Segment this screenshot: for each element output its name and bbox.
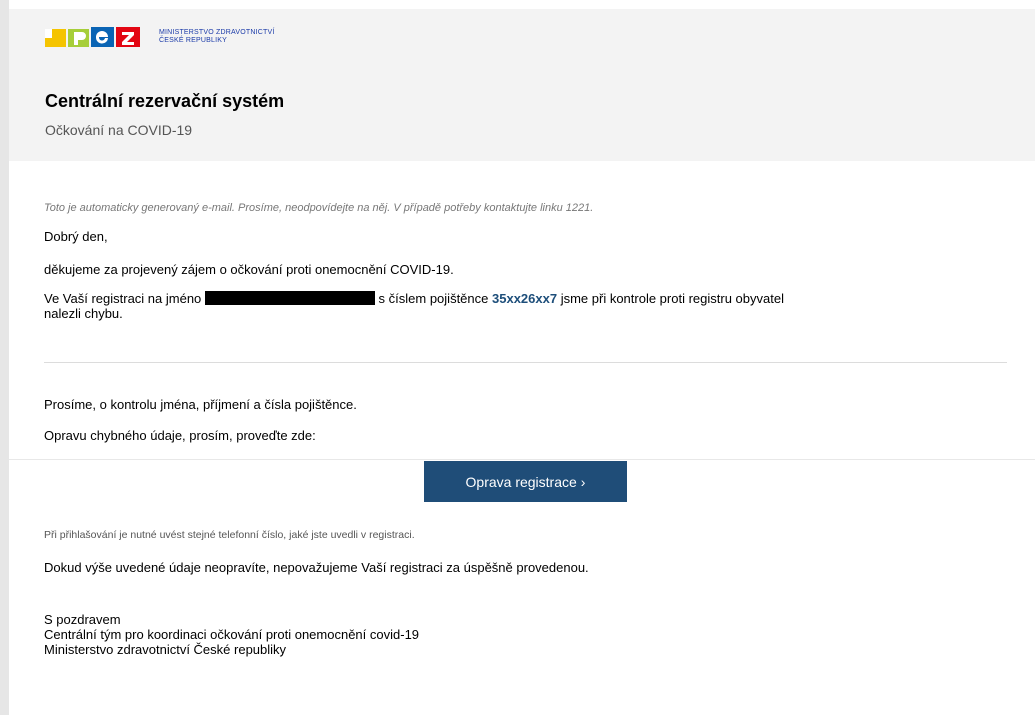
button-divider	[9, 459, 1035, 460]
thanks-text: děkujeme za projevený zájem o očkování p…	[44, 262, 454, 277]
registration-middle: s číslem pojištěnce	[378, 291, 489, 306]
system-subtitle: Očkování na COVID-19	[45, 122, 193, 138]
greeting: Dobrý den,	[44, 229, 108, 244]
ministry-logo	[45, 26, 151, 48]
registration-paragraph: Ve Vaší registraci na jméno s číslem poj…	[44, 291, 784, 321]
ministry-line-2: ČESKÉ REPUBLIKY	[159, 37, 227, 44]
ministry-name: MINISTERSTVO ZDRAVOTNICTVÍ ČESKÉ REPUBLI…	[159, 29, 275, 45]
signature-ministry: Ministerstvo zdravotnictví České republi…	[44, 642, 287, 657]
email-header: MINISTERSTVO ZDRAVOTNICTVÍ ČESKÉ REPUBLI…	[9, 9, 1035, 161]
ministry-line-1: MINISTERSTVO ZDRAVOTNICTVÍ	[159, 29, 275, 36]
registration-line-2: nalezli chybu.	[44, 306, 123, 321]
system-title: Centrální rezervační systém	[45, 91, 285, 111]
phone-note: Při přihlašování je nutné uvést stejné t…	[44, 529, 415, 541]
left-border	[0, 0, 9, 715]
signature-team: Centrální tým pro koordinaci očkování pr…	[44, 627, 420, 642]
fix-registration-button[interactable]: Oprava registrace ›	[424, 461, 627, 502]
check-request: Prosíme, o kontrolu jména, příjmení a čí…	[44, 397, 357, 412]
chevron-right-icon: ›	[580, 473, 586, 490]
ministry-logo-icon	[45, 27, 140, 47]
section-divider	[44, 362, 1007, 363]
registration-prefix: Ve Vaší registraci na jméno	[44, 291, 202, 306]
warning-text: Dokud výše uvedené údaje neopravíte, nep…	[44, 560, 589, 575]
fix-registration-label: Oprava registrace	[465, 473, 577, 490]
redacted-name	[204, 291, 375, 305]
auto-generated-notice: Toto je automaticky generovaný e-mail. P…	[44, 202, 594, 214]
signature-greeting: S pozdravem	[44, 612, 121, 627]
registration-suffix: jsme při kontrole proti registru obyvate…	[560, 291, 784, 306]
insurance-number: 35xx26xx7	[492, 291, 558, 306]
signature: S pozdravem Centrální tým pro koordinaci…	[44, 612, 419, 657]
top-border	[9, 0, 1035, 9]
fix-request: Opravu chybného údaje, prosím, proveďte …	[44, 428, 316, 443]
